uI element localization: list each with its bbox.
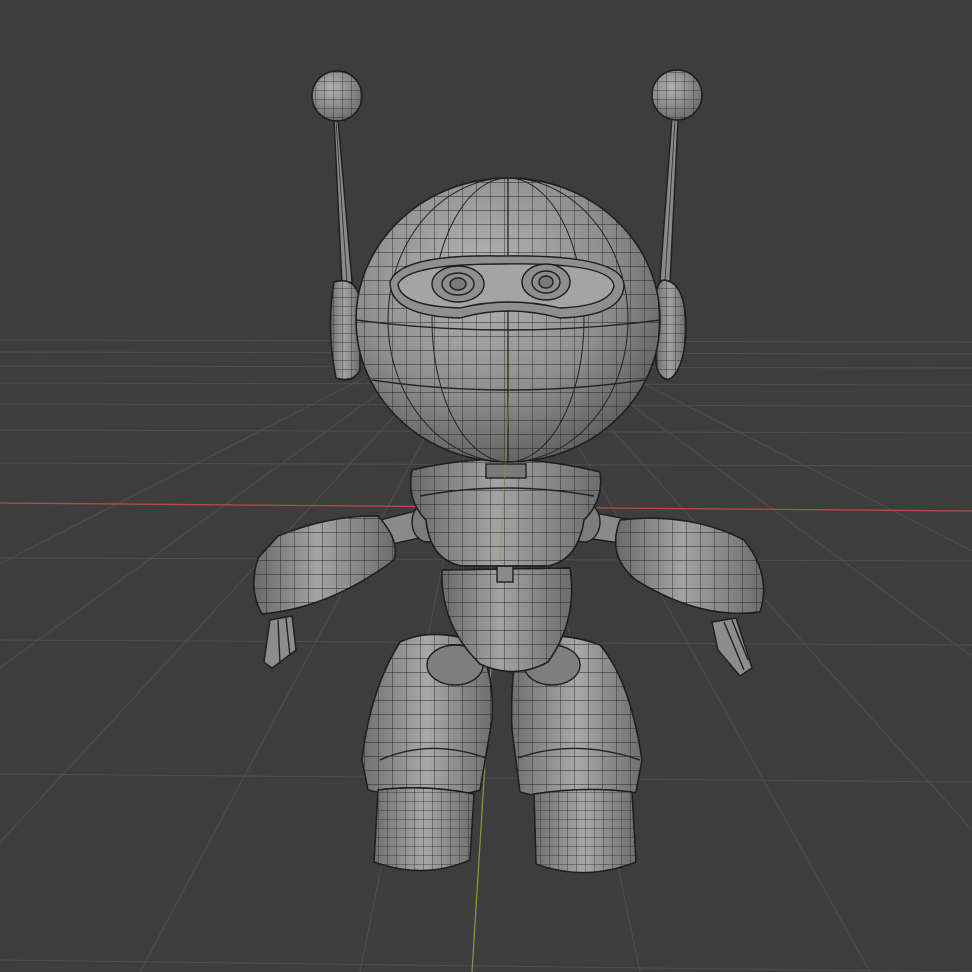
arm-right[interactable] xyxy=(567,501,765,615)
antenna-left[interactable] xyxy=(311,70,363,285)
eye-left[interactable] xyxy=(431,265,485,303)
hand-left[interactable] xyxy=(263,615,297,669)
neck[interactable] xyxy=(485,463,527,479)
ear-left[interactable] xyxy=(329,280,361,381)
antenna-right[interactable] xyxy=(651,69,703,283)
eye-right[interactable] xyxy=(521,263,571,301)
arm-left[interactable] xyxy=(253,501,445,615)
leg-left[interactable] xyxy=(361,633,494,799)
ear-right[interactable] xyxy=(655,279,687,381)
robot-mesh[interactable] xyxy=(253,69,765,874)
foot-left[interactable] xyxy=(373,787,475,872)
hand-right[interactable] xyxy=(711,617,753,677)
foot-right[interactable] xyxy=(533,788,637,874)
viewport-canvas[interactable] xyxy=(0,0,972,972)
visor[interactable] xyxy=(389,255,625,319)
3d-viewport[interactable] xyxy=(0,0,972,972)
